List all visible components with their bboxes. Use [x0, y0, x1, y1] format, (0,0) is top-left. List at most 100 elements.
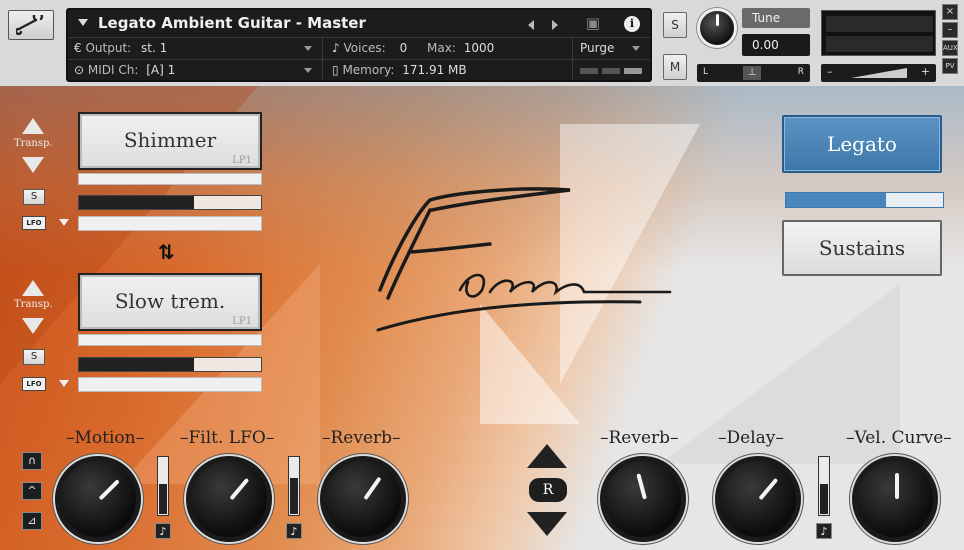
- layer-1-strip: [78, 173, 262, 185]
- max-value[interactable]: 1000: [464, 41, 495, 55]
- midi-label: MIDI Ch:: [87, 63, 139, 77]
- midi-dropdown-icon[interactable]: [304, 68, 312, 73]
- reverb-left-knob[interactable]: [320, 456, 406, 542]
- volume-minus-label: –: [827, 65, 833, 78]
- layer-1-lfo-button[interactable]: LFO: [22, 216, 46, 230]
- legato-button[interactable]: Legato: [782, 115, 942, 173]
- layer-1-lfo-dropdown-icon[interactable]: [59, 219, 69, 226]
- filt-lfo-note-button[interactable]: ♪: [286, 523, 302, 539]
- output-icon: €: [74, 41, 82, 55]
- layer-2-level-fill: [79, 358, 194, 371]
- swap-layers-icon[interactable]: ⇅: [158, 240, 175, 264]
- pan-right-label: R: [797, 67, 804, 77]
- output-row[interactable]: € Output: st. 1: [74, 41, 167, 55]
- mode-button-2[interactable]: ^: [22, 482, 42, 500]
- close-button[interactable]: ×: [942, 4, 958, 20]
- voices-icon: ♪: [332, 41, 340, 55]
- purge-label: Purge: [580, 41, 615, 55]
- transpose-up-2-icon[interactable]: [22, 280, 44, 296]
- output-value: st. 1: [141, 41, 168, 55]
- pv-button[interactable]: PV: [942, 58, 958, 74]
- delay-note-button[interactable]: ♪: [816, 523, 832, 539]
- legato-level-bar[interactable]: [785, 192, 944, 208]
- layer-2-preset-tag: LP1: [232, 316, 252, 327]
- midi-row[interactable]: ⊙ MIDI Ch: [A] 1: [74, 63, 175, 77]
- motion-label: –Motion–: [66, 428, 145, 448]
- layer-1-lfo-bar[interactable]: [78, 216, 262, 231]
- midi-icon: ⊙: [74, 63, 85, 77]
- aux-button[interactable]: AUX: [942, 40, 958, 56]
- logo-signature: [376, 187, 672, 332]
- volume-plus-label: +: [920, 65, 930, 78]
- reverb-right-knob[interactable]: [600, 456, 686, 542]
- layer-1-solo-button[interactable]: S: [23, 189, 45, 205]
- mode-button-3[interactable]: ⊿: [22, 512, 42, 530]
- output-label: Output:: [85, 41, 132, 55]
- layer-2-lfo-bar[interactable]: [78, 377, 262, 392]
- purge-menu[interactable]: Purge: [580, 41, 614, 55]
- tune-value[interactable]: 0.00: [742, 34, 810, 56]
- midi-value: [A] 1: [146, 63, 176, 77]
- layer-1-level-fill: [79, 196, 194, 209]
- tune-knob[interactable]: [697, 8, 737, 48]
- volume-meter: [821, 10, 936, 56]
- round-robin-button[interactable]: R: [529, 478, 567, 502]
- filt-lfo-meter: [288, 456, 300, 516]
- delay-knob[interactable]: [715, 456, 801, 542]
- filt-lfo-label: –Filt. LFO–: [180, 428, 275, 448]
- delay-meter: [818, 456, 830, 516]
- kontakt-header: Legato Ambient Guitar - Master ▣ i € Out…: [0, 0, 964, 86]
- wrench-icon: [16, 15, 44, 35]
- vel-curve-knob[interactable]: [852, 456, 938, 542]
- memory-row: ▯ Memory: 171.91 MB: [332, 63, 467, 77]
- transpose-label-1: Transp.: [14, 138, 53, 149]
- layer-1-level-bar[interactable]: [78, 195, 262, 210]
- memory-label: Memory:: [342, 63, 395, 77]
- volume-ramp-icon: [851, 68, 907, 78]
- mode-button-1[interactable]: ∩: [22, 452, 42, 470]
- minimize-button[interactable]: –: [942, 22, 958, 38]
- sustains-button[interactable]: Sustains: [782, 220, 942, 276]
- transpose-label-2: Transp.: [14, 299, 53, 310]
- legato-level-fill: [786, 193, 887, 207]
- filt-lfo-knob[interactable]: [186, 456, 272, 542]
- layer-1-preset-name: Shimmer: [123, 128, 217, 152]
- camera-icon[interactable]: ▣: [580, 14, 606, 32]
- motion-note-button[interactable]: ♪: [155, 523, 171, 539]
- transpose-down-1-icon[interactable]: [22, 157, 44, 173]
- transpose-down-2-icon[interactable]: [22, 318, 44, 334]
- reverb-left-label: –Reverb–: [322, 428, 401, 448]
- tune-label: Tune: [742, 8, 810, 28]
- mute-button[interactable]: M: [663, 54, 687, 80]
- volume-slider[interactable]: – +: [821, 64, 936, 82]
- motion-meter: [157, 456, 169, 516]
- motion-knob[interactable]: [55, 456, 141, 542]
- pan-handle[interactable]: ⊥: [743, 66, 761, 80]
- solo-button[interactable]: S: [663, 12, 687, 38]
- layer-2-level-bar[interactable]: [78, 357, 262, 372]
- memory-value: 171.91 MB: [402, 63, 467, 77]
- instrument-name[interactable]: Legato Ambient Guitar - Master: [98, 14, 366, 32]
- instrument-collapse-icon[interactable]: [78, 19, 88, 26]
- layer-2-lfo-button[interactable]: LFO: [22, 377, 46, 391]
- vel-curve-label: –Vel. Curve–: [846, 428, 952, 448]
- pan-slider[interactable]: L ⊥ R: [697, 64, 810, 82]
- memory-icon: ▯: [332, 63, 339, 77]
- output-dropdown-icon[interactable]: [304, 46, 312, 51]
- next-instrument-icon[interactable]: [552, 20, 558, 30]
- round-robin-up-icon[interactable]: [527, 444, 567, 468]
- info-icon[interactable]: i: [624, 16, 640, 32]
- purge-dropdown-icon[interactable]: [632, 46, 640, 51]
- disk-meter: [602, 68, 620, 74]
- layer-1-preset-button[interactable]: Shimmer LP1: [78, 112, 262, 170]
- delay-label: –Delay–: [718, 428, 784, 448]
- instrument-panel: Legato Ambient Guitar - Master ▣ i € Out…: [66, 8, 652, 82]
- prev-instrument-icon[interactable]: [528, 20, 534, 30]
- settings-wrench-button[interactable]: [8, 10, 54, 40]
- layer-2-solo-button[interactable]: S: [23, 349, 45, 365]
- load-meter: [624, 68, 642, 74]
- layer-2-preset-button[interactable]: Slow trem. LP1: [78, 273, 262, 331]
- layer-2-lfo-dropdown-icon[interactable]: [59, 380, 69, 387]
- transpose-up-1-icon[interactable]: [22, 118, 44, 134]
- round-robin-down-icon[interactable]: [527, 512, 567, 536]
